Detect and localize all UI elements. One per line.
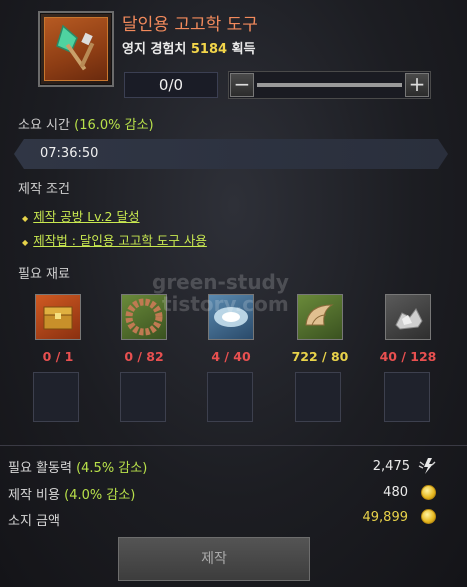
- conditions-heading: 제작 조건: [18, 182, 70, 197]
- decrease-button[interactable]: −: [230, 73, 254, 97]
- quantity-display: 0/0: [124, 72, 218, 98]
- time-label: 소요 시간: [18, 118, 70, 133]
- shovel-brush-icon: [44, 17, 108, 81]
- owned-gold-label: 소지 금액: [8, 514, 60, 529]
- empty-material-slot[interactable]: [33, 372, 79, 422]
- owned-gold-value: 49,899: [362, 510, 409, 525]
- slider-track[interactable]: [257, 83, 402, 87]
- exp-label: 영지 경험치: [122, 42, 187, 57]
- claw-fossil-icon[interactable]: [297, 294, 343, 340]
- increase-button[interactable]: +: [405, 73, 429, 97]
- lightning-wing-icon: [418, 456, 438, 480]
- time-reduction: (16.0% 감소): [74, 118, 154, 133]
- material-count: 4 / 40: [211, 349, 251, 364]
- material-count: 722 / 80: [291, 349, 349, 364]
- divider: [0, 445, 467, 446]
- condition-item[interactable]: ◆ 제작법 : 달인용 고고학 도구 사용: [22, 230, 207, 249]
- gold-coin-icon: [421, 485, 436, 500]
- watermark-line1: green-study: [152, 270, 289, 294]
- gear-ring-icon[interactable]: [121, 294, 167, 340]
- empty-material-slot[interactable]: [207, 372, 253, 422]
- materials-heading: 필요 재료: [18, 267, 70, 282]
- watermark-line2: tistory.com: [162, 292, 289, 316]
- energy-value: 2,475: [372, 459, 410, 474]
- condition-item[interactable]: ◆ 제작 공방 Lv.2 달성: [22, 206, 140, 225]
- gold-cost-value: 480: [383, 485, 408, 500]
- material-count: 0 / 1: [42, 349, 74, 364]
- empty-material-slot[interactable]: [295, 372, 341, 422]
- craft-time: 07:36:50: [40, 146, 99, 161]
- treasure-chest-icon[interactable]: [35, 294, 81, 340]
- time-section: 소요 시간 (16.0% 감소): [18, 114, 154, 133]
- condition-text[interactable]: 제작법 : 달인용 고고학 도구 사용: [33, 233, 207, 248]
- exp-reward: 영지 경험치 5184 획득: [122, 38, 256, 57]
- craft-button[interactable]: 제작: [118, 537, 310, 581]
- bullet-icon: ◆: [22, 238, 29, 247]
- gold-cost-label: 제작 비용 (4.0% 감소): [8, 488, 136, 503]
- quantity-slider[interactable]: − +: [228, 71, 431, 99]
- bullet-icon: ◆: [22, 214, 29, 223]
- material-count: 0 / 82: [124, 349, 164, 364]
- empty-material-slot[interactable]: [120, 372, 166, 422]
- item-title: 달인용 고고학 도구: [122, 15, 258, 35]
- energy-label: 필요 활동력 (4.5% 감소): [8, 461, 148, 476]
- exp-suffix: 획득: [231, 42, 256, 57]
- ore-pile-icon[interactable]: [385, 294, 431, 340]
- condition-text[interactable]: 제작 공방 Lv.2 달성: [33, 209, 139, 224]
- empty-material-slot[interactable]: [384, 372, 430, 422]
- material-count: 40 / 128: [379, 349, 437, 364]
- gold-coin-icon: [421, 509, 436, 524]
- exp-value: 5184: [190, 42, 228, 57]
